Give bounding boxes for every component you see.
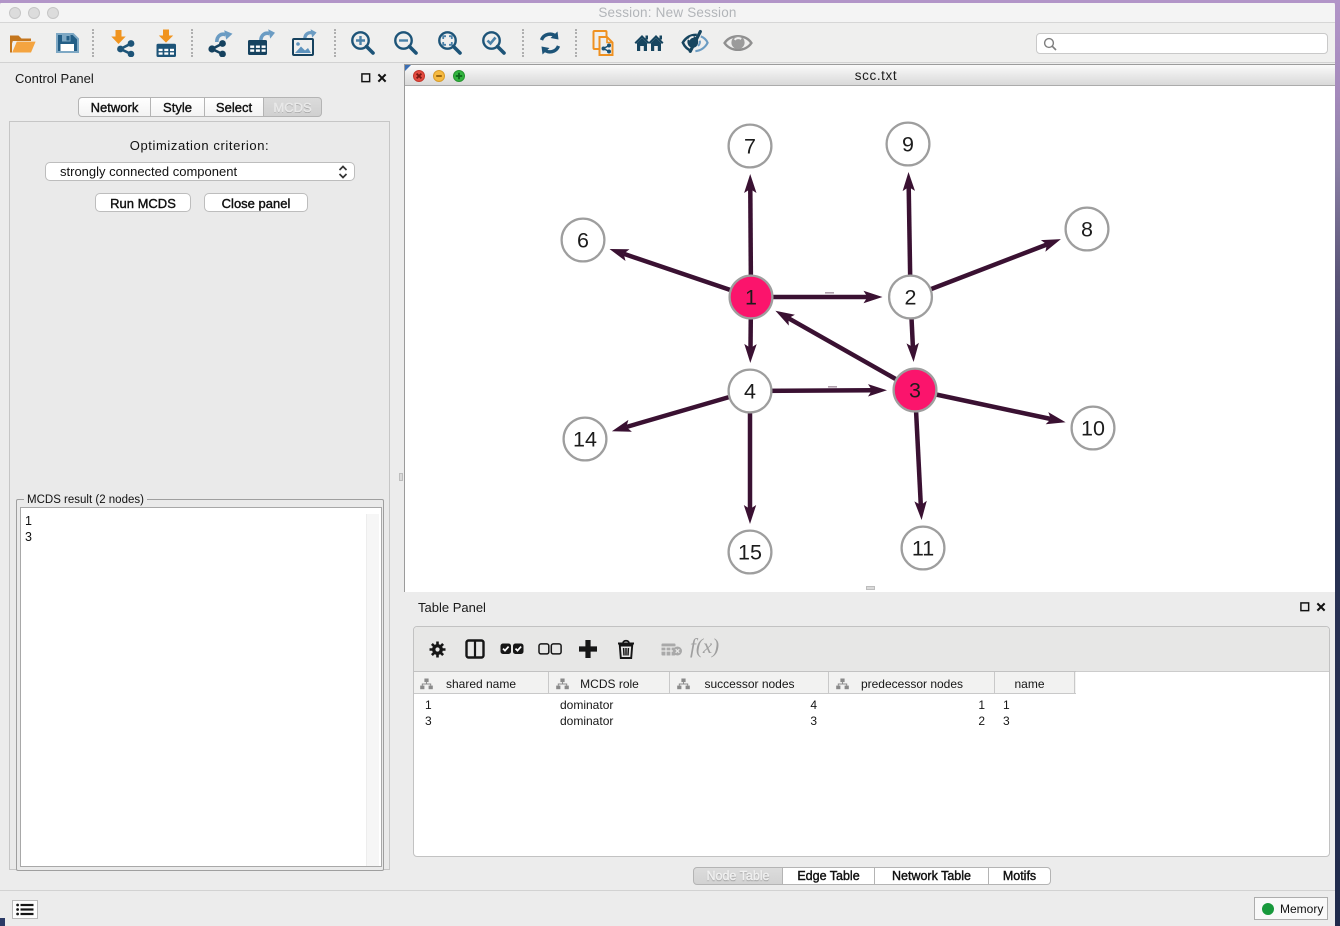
svg-text:6: 6 (577, 229, 589, 253)
svg-text:9: 9 (902, 133, 914, 157)
svg-text:7: 7 (744, 135, 756, 159)
svg-text:15: 15 (738, 541, 762, 565)
svg-text:8: 8 (1081, 218, 1093, 242)
svg-text:3: 3 (909, 379, 921, 403)
svg-text:2: 2 (905, 286, 917, 310)
svg-text:4: 4 (744, 380, 756, 404)
svg-text:11: 11 (912, 537, 934, 561)
svg-text:10: 10 (1081, 417, 1105, 441)
svg-text:14: 14 (573, 428, 597, 452)
svg-text:1: 1 (745, 286, 757, 310)
